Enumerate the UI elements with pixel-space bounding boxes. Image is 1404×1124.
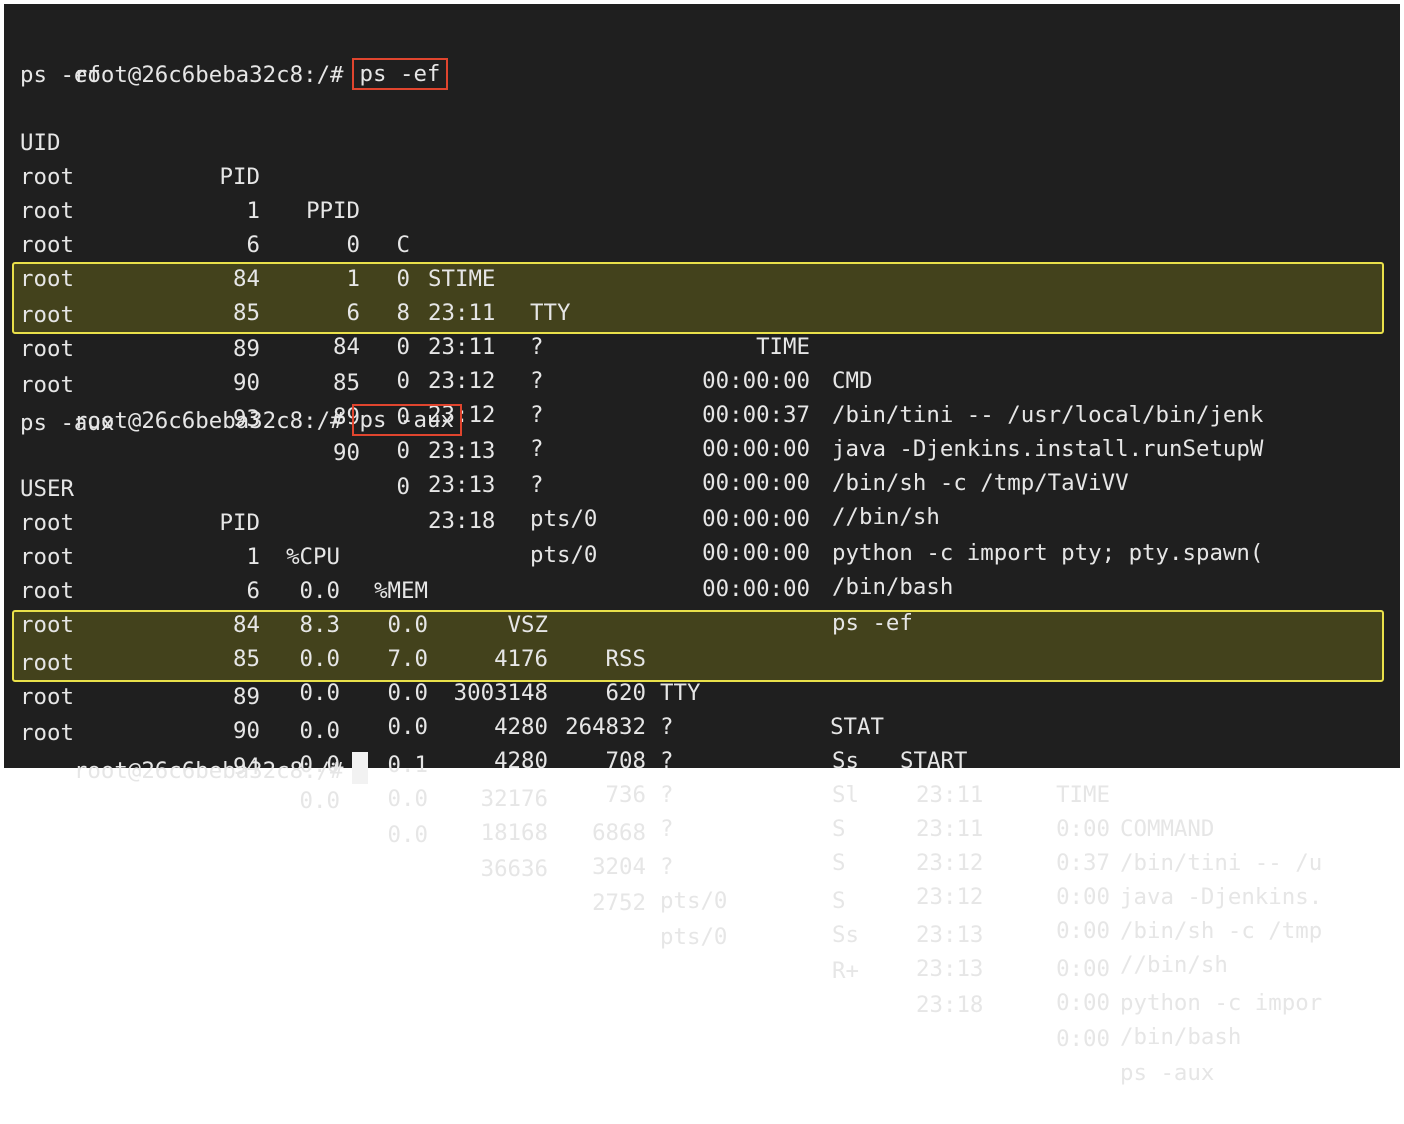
prompt-line-aux: root@26c6beba32c8:/# ps -aux [20, 370, 462, 436]
aux-start: 23:18 [916, 992, 984, 1018]
ef-tty: ? [530, 368, 544, 394]
command-text-aux: ps -aux [359, 407, 454, 433]
aux-stat: Ss [832, 748, 859, 774]
aux-cpu: 0.0 [299, 788, 340, 814]
aux-vsz: 32176 [480, 786, 548, 812]
ef-header-cmd: CMD [832, 368, 873, 394]
aux-time: 0:37 [1056, 850, 1110, 876]
prompt-line-ef: root@26c6beba32c8:/# ps -ef [20, 24, 449, 90]
ef-header-row: UID PID PPID C STIME TTY TIME CMD [20, 92, 1380, 394]
aux-tty: ? [660, 854, 674, 880]
aux-start: 23:12 [916, 850, 984, 876]
aux-start: 23:12 [916, 884, 984, 910]
aux-stat: S [832, 816, 846, 842]
aux-start: 23:11 [916, 816, 984, 842]
cursor[interactable] [351, 752, 368, 784]
ef-row: root 84 6 0 23:12 ? 00:00:00 /bin/sh -c … [20, 194, 1380, 496]
ef-time: 00:00:37 [702, 402, 810, 428]
aux-time: 0:00 [1056, 956, 1110, 982]
aux-start: 23:13 [916, 922, 984, 948]
aux-command: python -c impor [1120, 990, 1323, 1016]
aux-command: /bin/sh -c /tmp [1120, 918, 1323, 944]
aux-stat: S [832, 888, 846, 914]
ef-tty: ? [530, 402, 544, 428]
aux-rss: 3204 [592, 854, 646, 880]
command-highlight-ef: ps -ef [351, 58, 449, 90]
aux-command: /bin/tini -- /u [1120, 850, 1323, 876]
aux-tty: pts/0 [660, 888, 728, 914]
aux-stat: Sl [832, 782, 859, 808]
aux-row: root 85 0.0 0.0 4280 736 ? S 23:12 0:00 … [20, 574, 1380, 978]
aux-row: root 6 8.3 7.0 3003148 264832 ? Sl 23:11… [20, 506, 1380, 910]
ef-row-highlighted: root 90 89 0 23:13 pts/0 00:00:00 /bin/b… [20, 298, 1380, 600]
aux-rss: 6868 [592, 820, 646, 846]
aux-rss: 2752 [592, 890, 646, 916]
aux-stat: R+ [832, 958, 859, 984]
aux-start: 23:13 [916, 956, 984, 982]
aux-command: java -Djenkins. [1120, 884, 1323, 910]
aux-time: 0:00 [1056, 884, 1110, 910]
aux-row-highlighted: root 90 0.0 0.0 18168 3204 pts/0 Ss 23:1… [20, 646, 1380, 1050]
echo-line-aux: ps -aux [20, 410, 115, 436]
aux-header-command: COMMAND [1120, 816, 1215, 842]
aux-time: 0:00 [1056, 816, 1110, 842]
ef-time: 00:00:00 [702, 368, 810, 394]
aux-stat: S [832, 850, 846, 876]
aux-header-start: START [900, 748, 968, 774]
ef-row: root 93 90 0 23:18 pts/0 00:00:00 ps -ef [20, 334, 1380, 636]
aux-time: 0:00 [1056, 1026, 1110, 1052]
ef-row: root 85 84 0 23:12 ? 00:00:00 //bin/sh [20, 228, 1380, 530]
aux-row: root 1 0.0 0.0 4176 620 ? Ss 23:11 0:00 … [20, 472, 1380, 876]
aux-row: root 84 0.0 0.0 4280 708 ? S 23:12 0:00 … [20, 540, 1380, 944]
aux-header-row: USER PID %CPU %MEM VSZ RSS TTY STAT STAR… [20, 438, 1380, 842]
aux-row-highlighted: root 89 0.0 0.1 32176 6868 ? S 23:13 0:0… [20, 612, 1380, 1016]
aux-tty: pts/0 [660, 924, 728, 950]
ef-row: root 1 0 0 23:11 ? 00:00:00 /bin/tini --… [20, 126, 1380, 428]
prompt: root@26c6beba32c8:/# [73, 758, 344, 784]
ef-row: root 6 1 8 23:11 ? 00:00:37 java -Djenki… [20, 160, 1380, 462]
aux-mem: 0.0 [387, 822, 428, 848]
aux-header-time: TIME [1056, 782, 1110, 808]
aux-command: /bin/bash [1120, 1024, 1242, 1050]
aux-time: 0:00 [1056, 990, 1110, 1016]
aux-tty: ? [660, 816, 674, 842]
prompt-line-current[interactable]: root@26c6beba32c8:/# [20, 718, 368, 784]
aux-vsz: 18168 [480, 820, 548, 846]
aux-tty: ? [660, 782, 674, 808]
prompt: root@26c6beba32c8:/# [73, 62, 344, 88]
echo-line-ef: ps -ef [20, 62, 101, 88]
command-highlight-aux: ps -aux [351, 404, 462, 436]
aux-command: ps -aux [1120, 1060, 1215, 1086]
aux-row: root 94 0.0 0.0 36636 2752 pts/0 R+ 23:1… [20, 682, 1380, 1086]
aux-rss: 736 [605, 782, 646, 808]
aux-tty: ? [660, 748, 674, 774]
aux-time: 0:00 [1056, 918, 1110, 944]
aux-mem: 0.0 [387, 786, 428, 812]
terminal-window[interactable]: root@26c6beba32c8:/# ps -ef ps -ef UID PI… [4, 4, 1400, 1086]
aux-vsz: 4280 [494, 748, 548, 774]
aux-command: //bin/sh [1120, 952, 1228, 978]
command-text-ef: ps -ef [359, 61, 441, 87]
aux-vsz: 36636 [480, 856, 548, 882]
ef-row-highlighted: root 89 85 0 23:13 ? 00:00:00 python -c … [20, 264, 1380, 566]
aux-stat: Ss [832, 922, 859, 948]
aux-start: 23:11 [916, 782, 984, 808]
ef-cmd: /bin/tini -- /usr/local/bin/jenk [832, 402, 1264, 428]
aux-rss: 708 [605, 748, 646, 774]
